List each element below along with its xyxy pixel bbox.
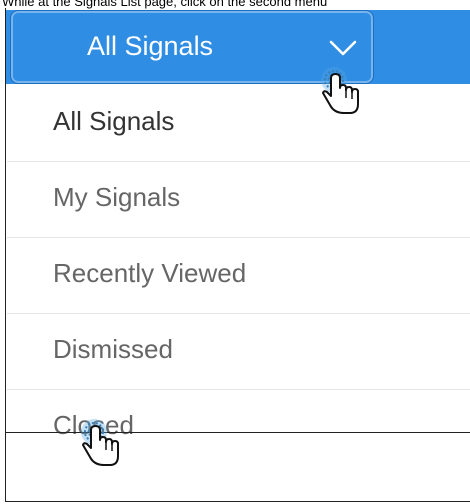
hand-pointer-icon [321,67,359,114]
menu-item-label: All Signals [53,106,175,136]
chevron-down-icon [329,40,357,56]
menu-item-all-signals[interactable]: All Signals [7,86,470,162]
hand-pointer-icon [81,419,119,466]
menu-item-label: Dismissed [53,334,173,364]
menu-item-my-signals[interactable]: My Signals [7,162,470,238]
dropdown-selected-label: All Signals [87,31,214,61]
menu-item-dismissed[interactable]: Dismissed [7,314,470,390]
screenshot: While at the Signals List page, click on… [0,0,470,504]
menu-item-recently-viewed[interactable]: Recently Viewed [7,238,470,314]
menu-item-label: Recently Viewed [53,258,247,288]
signals-filter-menu: All Signals My Signals Recently Viewed D… [7,86,470,440]
menu-item-label: My Signals [53,182,181,212]
